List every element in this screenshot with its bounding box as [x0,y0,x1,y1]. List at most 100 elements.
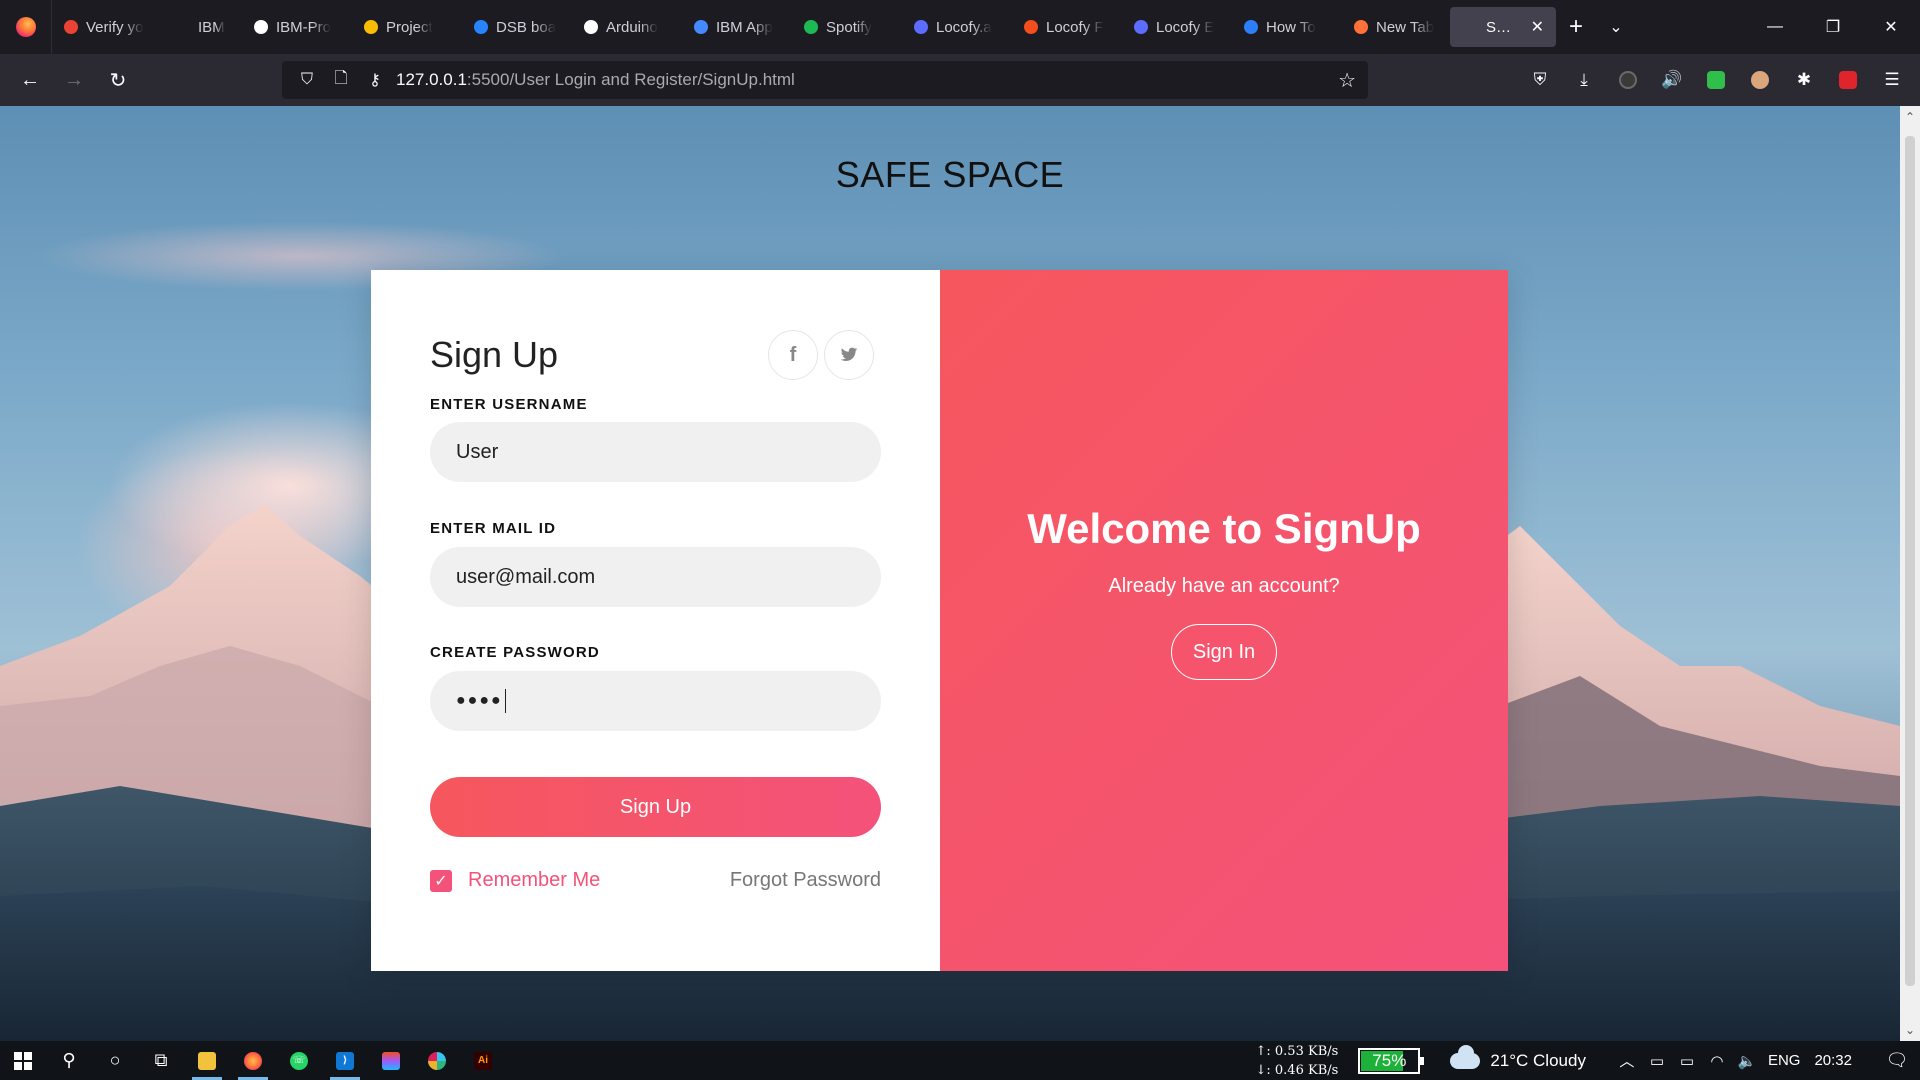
ibm-icon [174,19,190,35]
browser-tab[interactable]: Spotify [792,7,902,47]
clock[interactable]: 20:32 [1814,1052,1852,1069]
forgot-password-link[interactable]: Forgot Password [730,869,881,892]
pocket-icon[interactable]: ⛨ [1518,60,1562,100]
task-view-icon[interactable]: ⧉ [138,1041,184,1080]
tab-title: Locofy E [1156,18,1215,36]
extension-owl-icon[interactable] [1738,60,1782,100]
extensions-toolbar: ⛨ ⤓ 🔊 ✱ ☰ [1518,60,1914,100]
extension-dark-icon[interactable] [1606,60,1650,100]
battery-tray-icon[interactable]: ▭ [1672,1052,1702,1070]
wordpress-w-icon [584,20,598,34]
battery-indicator[interactable]: 75% [1358,1047,1425,1074]
signup-form-panel: Sign Up f ENTER USERNAME User ENTER MAIL… [371,270,940,971]
welcome-heading: Welcome to SignUp [1027,505,1421,552]
form-title: Sign Up [430,334,559,375]
speaker-icon[interactable]: 🔈 [1732,1052,1762,1070]
volume-extension-icon[interactable]: 🔊 [1650,60,1694,100]
tab-title: IBM-Pro [276,18,332,36]
jira-icon [474,20,488,34]
browser-tab[interactable]: Verify yo [52,7,162,47]
navigation-toolbar: ← → ↻ ⛉ 🗋 ⚷ 127.0.0.1:5500/User Login an… [0,54,1920,106]
firefox-menu-icon[interactable] [0,0,52,54]
browser-tab[interactable]: IBM [162,7,242,47]
url-text[interactable]: 127.0.0.1:5500/User Login and Register/S… [396,70,795,90]
permissions-key-icon[interactable]: ⚷ [358,70,392,90]
tracking-protection-shield-icon[interactable]: ⛉ [290,71,324,89]
tab-title: Arduino [606,18,658,36]
remember-me-checkbox[interactable]: ✓ Remember Me [430,869,600,892]
language-indicator[interactable]: ENG [1768,1052,1801,1069]
howto-icon [1244,20,1258,34]
downloads-icon[interactable]: ⤓ [1562,60,1606,100]
figma-taskbar-icon[interactable] [368,1041,414,1080]
browser-tab[interactable]: Locofy.a [902,7,1012,47]
vscode-icon[interactable]: ⟩ [322,1041,368,1080]
close-tab-icon[interactable]: ✕ [1531,17,1544,37]
windows-start-icon[interactable] [0,1041,46,1080]
weather-widget[interactable]: 21°C Cloudy [1450,1044,1586,1071]
back-button[interactable]: ← [8,60,52,100]
tab-bar: Verify yo IBM IBM-Pro Project DSB boa Arduino… [0,0,1920,54]
illustrator-icon[interactable]: Ai [460,1041,506,1080]
browser-tab[interactable]: Locofy F [1012,7,1122,47]
locofy-icon [1134,20,1148,34]
browser-tab[interactable]: IBM-Pro [242,7,352,47]
new-tab-button[interactable]: + [1556,7,1596,47]
app-menu-hamburger-icon[interactable]: ☰ [1870,60,1914,100]
signin-button[interactable]: Sign In [1171,624,1277,680]
tab-title: Project [386,18,433,36]
browser-tab[interactable]: How To [1232,7,1342,47]
welcome-panel: Welcome to SignUp Already have an accoun… [940,270,1508,971]
extension-lock-icon[interactable] [1826,60,1870,100]
list-all-tabs-button[interactable]: ⌄ [1596,7,1636,47]
checkbox-checked-icon[interactable]: ✓ [430,869,452,892]
whatsapp-icon[interactable]: ☏ [276,1041,322,1080]
reload-button[interactable]: ↻ [96,60,140,100]
file-explorer-icon[interactable] [184,1041,230,1080]
browser-tab[interactable]: Locofy E [1122,7,1232,47]
email-label: ENTER MAIL ID [430,520,557,537]
firefox-taskbar-icon[interactable] [230,1041,276,1080]
signup-submit-button[interactable]: Sign Up [430,777,881,837]
scroll-up-icon[interactable]: ⌃ [1900,110,1920,124]
slack-icon[interactable] [414,1041,460,1080]
cortana-icon[interactable]: ○ [92,1041,138,1080]
meet-now-icon[interactable]: ▭ [1642,1052,1672,1070]
network-speed: ↑: 0.53 KB/s ↓: 0.46 KB/s [1256,1042,1339,1080]
browser-tab[interactable]: IBM App [682,7,792,47]
tab-title: Verify yo [86,18,144,36]
email-input[interactable]: user@mail.com [430,547,881,607]
bookmark-star-icon[interactable]: ☆ [1338,68,1356,93]
browser-tab[interactable]: New Tab [1342,7,1450,47]
github-icon [254,20,268,34]
password-input[interactable]: ●●●● [430,671,881,731]
close-window-button[interactable]: ✕ [1862,0,1920,54]
forward-button[interactable]: → [52,60,96,100]
tab-title: Spotify [826,18,872,36]
facebook-icon[interactable]: f [768,330,818,380]
extension-puzzle-icon[interactable]: ✱ [1782,60,1826,100]
tab-title: Locofy F [1046,18,1104,36]
restore-button[interactable]: ❐ [1804,0,1862,54]
adblock-shield-icon[interactable] [1694,60,1738,100]
page-info-icon[interactable]: 🗋 [324,67,358,94]
minimize-button[interactable]: — [1746,0,1804,54]
browser-tab[interactable]: Arduino [572,7,682,47]
page-viewport: SAFE SPACE Sign Up f ENTER USERNAME User… [0,106,1900,1041]
figma-icon [1024,20,1038,34]
twitter-icon[interactable] [824,330,874,380]
address-bar[interactable]: ⛉ 🗋 ⚷ 127.0.0.1:5500/User Login and Regi… [282,61,1368,99]
username-input[interactable]: User [430,422,881,482]
show-hidden-icons-chevron-icon[interactable]: ︿ [1612,1050,1642,1071]
page-scrollbar[interactable]: ⌃ ⌄ [1900,106,1920,1041]
browser-tab[interactable]: SAFE SPAC ✕ [1450,7,1556,47]
search-icon[interactable]: ⚲ [46,1041,92,1080]
wifi-icon[interactable]: ◠ [1702,1052,1732,1070]
scrollbar-thumb[interactable] [1905,136,1915,986]
browser-tab[interactable]: Project [352,7,462,47]
browser-tab[interactable]: DSB boa [462,7,572,47]
cloud-icon [1450,1044,1481,1069]
tab-title: IBM App [716,18,773,36]
notification-center-icon[interactable]: 🗨 [1874,1050,1920,1071]
scroll-down-icon[interactable]: ⌄ [1900,1023,1920,1037]
